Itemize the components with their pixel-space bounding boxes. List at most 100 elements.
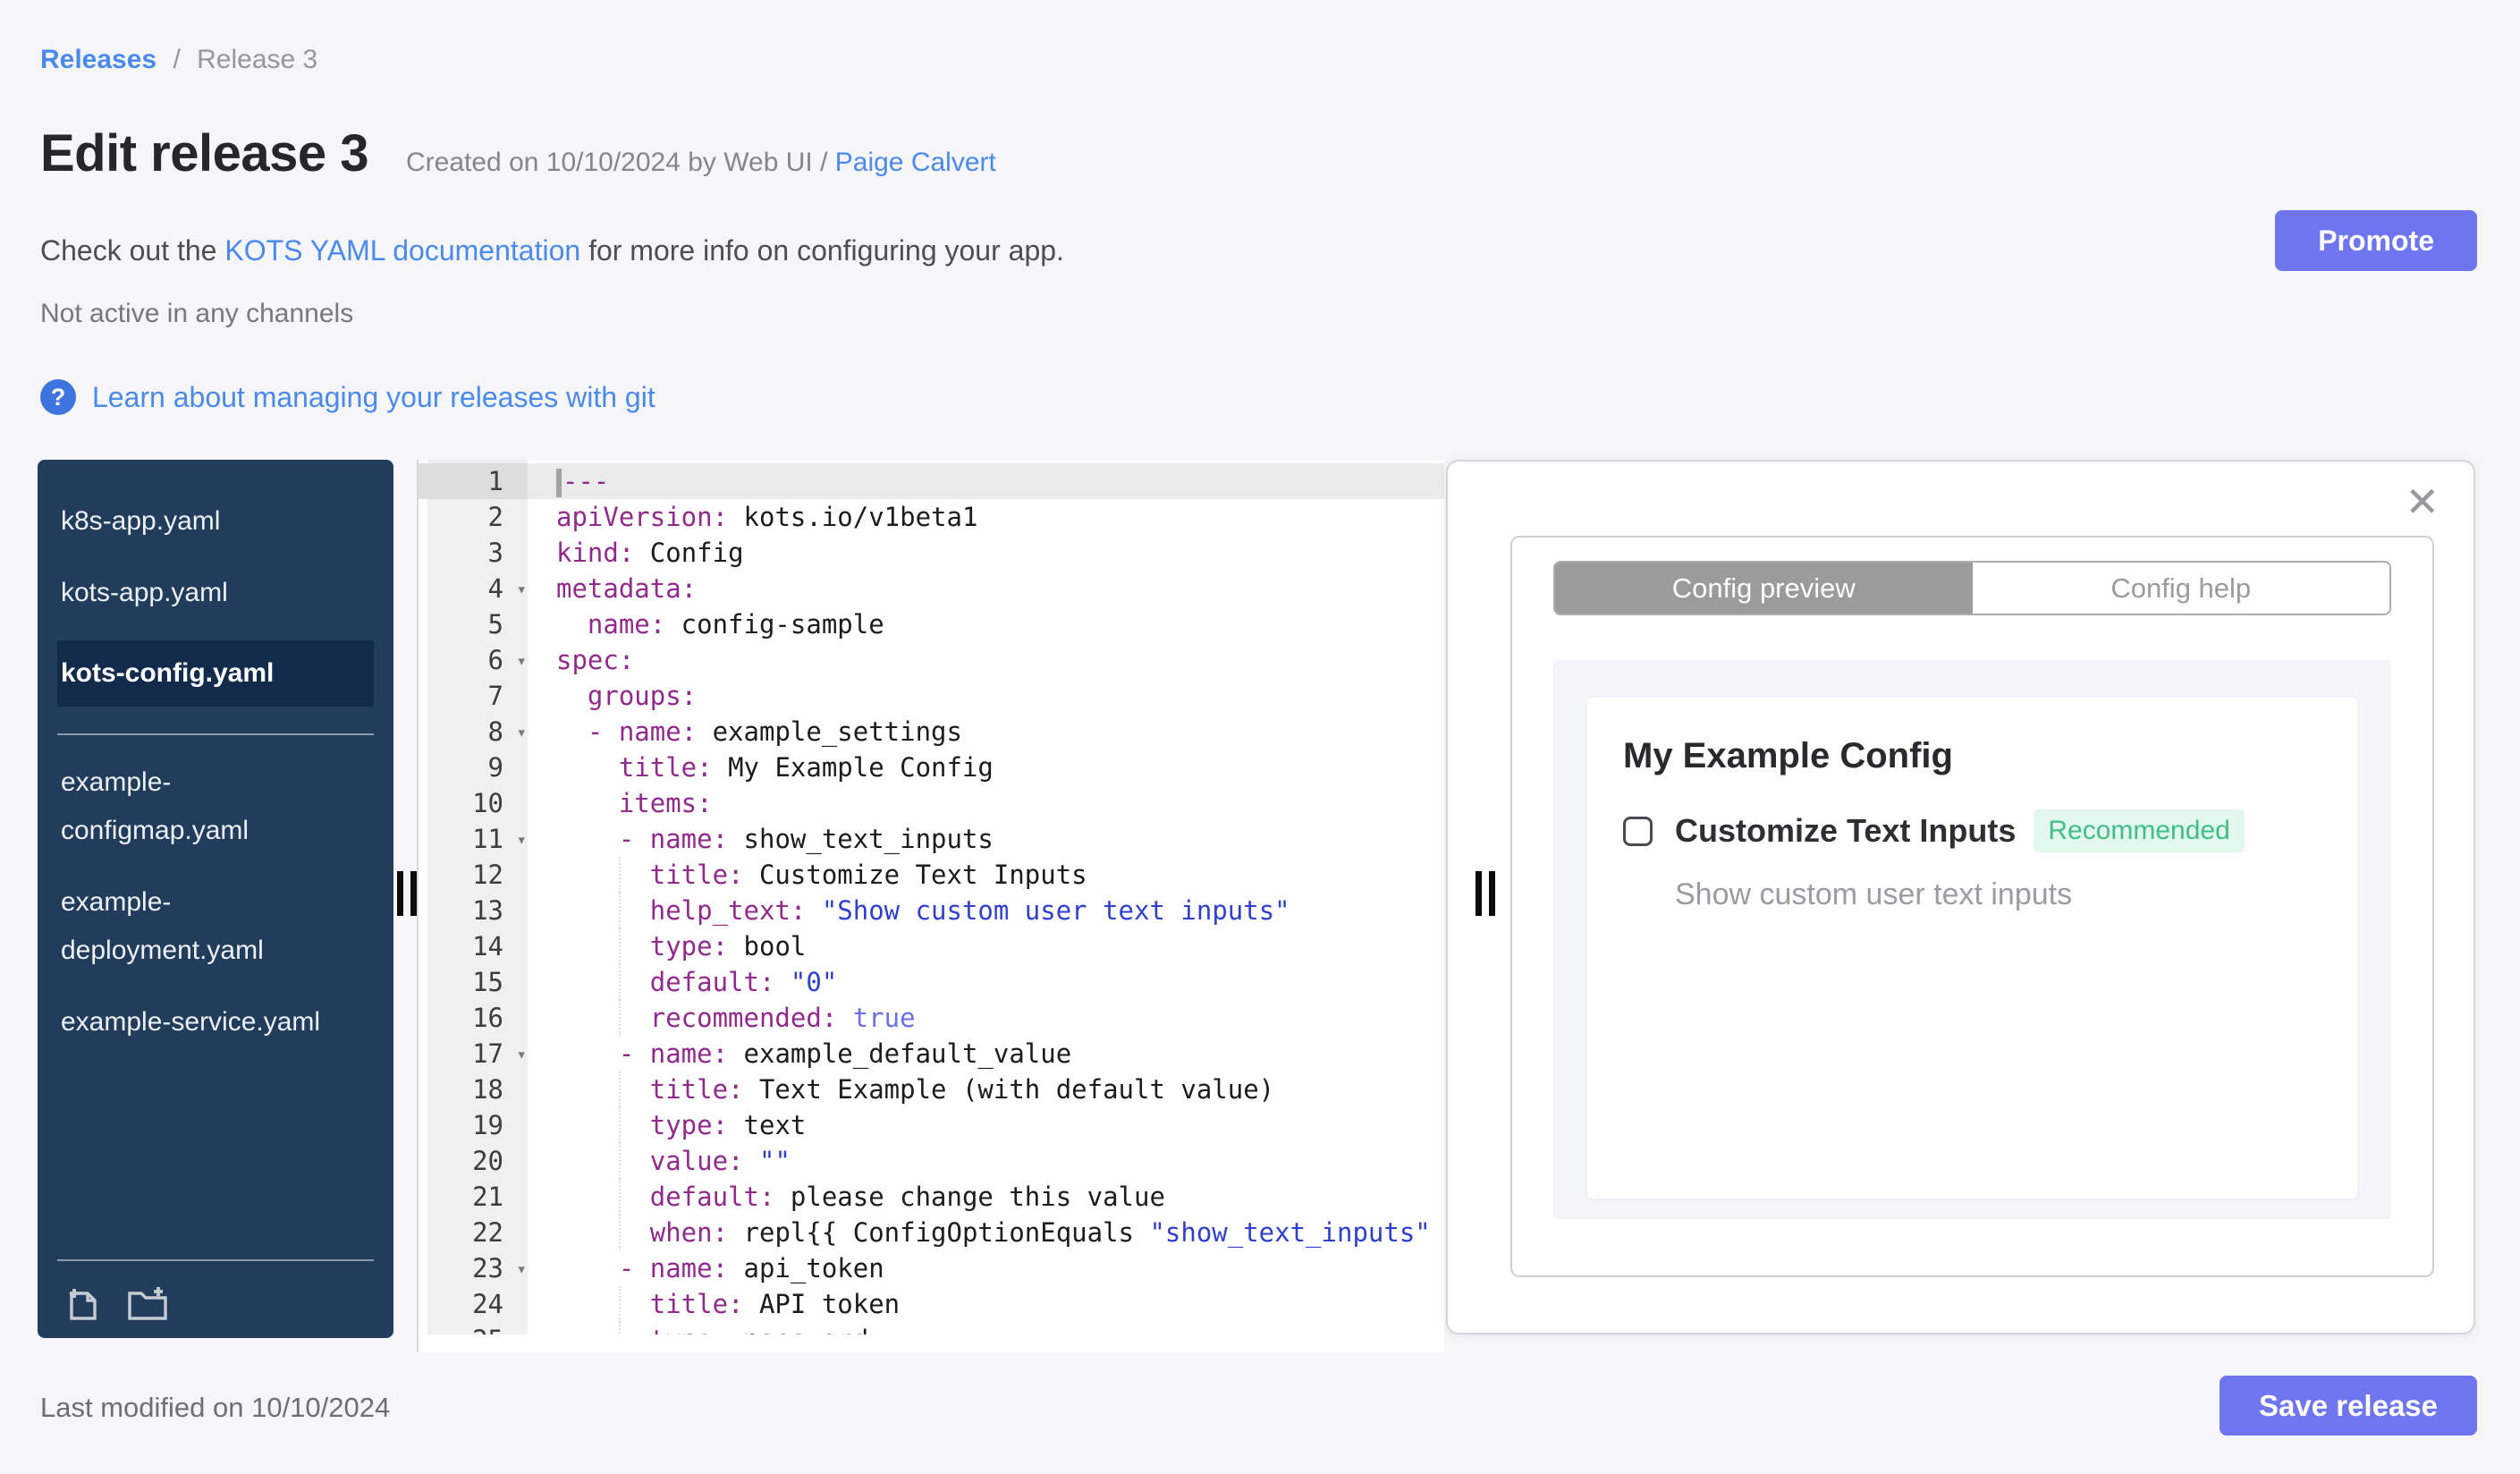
config-group-title: My Example Config [1623, 736, 1953, 775]
code-line: - name: example_settings [556, 716, 962, 747]
breadcrumb-releases-link[interactable]: Releases [40, 45, 156, 74]
file-tree-item-example-deployment-yaml[interactable]: example-deployment.yaml [38, 878, 393, 975]
file-tree-item-kots-config-yaml[interactable]: kots-config.yaml [57, 640, 374, 707]
line-number-cell: 11 ▾ [419, 821, 528, 857]
editor-line: 1 --- [419, 463, 1444, 499]
line-number: 4 [487, 573, 503, 604]
editor-line: 3 kind: Config [419, 535, 1444, 571]
code-line: title: My Example Config [556, 752, 994, 783]
fold-icon[interactable]: ▾ [517, 715, 527, 750]
git-releases-link[interactable]: Learn about managing your releases with … [92, 381, 655, 414]
title-row: Edit release 3 Created on 10/10/2024 by … [40, 123, 2234, 183]
editor-line: 20 value: "" [419, 1143, 1444, 1179]
editor-line: 25 type: password [419, 1322, 1444, 1334]
line-number-cell: 8 ▾ [419, 714, 528, 750]
editor-line: 17 ▾ - name: example_default_value [419, 1036, 1444, 1072]
editor-line: 2 apiVersion: kots.io/v1beta1 [419, 499, 1444, 535]
line-number-cell: 7 [419, 678, 528, 714]
line-number-cell: 22 [419, 1215, 528, 1250]
line-number-cell: 6 ▾ [419, 642, 528, 678]
add-file-icon[interactable] [63, 1283, 104, 1324]
line-number-cell: 16 [419, 1000, 528, 1036]
editor-line: 14 type: bool [419, 928, 1444, 964]
kots-yaml-documentation-link[interactable]: KOTS YAML documentation [224, 234, 580, 267]
line-number: 20 [472, 1146, 503, 1176]
code-line: apiVersion: kots.io/v1beta1 [556, 502, 978, 532]
code-line: title: Customize Text Inputs [528, 857, 1444, 893]
code-line: default: "0" [528, 964, 1444, 1000]
fold-icon[interactable]: ▾ [517, 643, 527, 679]
file-tree-group-2: example-configmap.yaml example-deployment… [38, 758, 393, 1046]
tab-config-help[interactable]: Config help [1972, 563, 2389, 614]
code-line: - name: api_token [556, 1253, 884, 1283]
line-number: 9 [487, 752, 503, 783]
line-number: 7 [487, 681, 503, 711]
file-tree-footer-divider [57, 1259, 374, 1261]
config-item-label: Customize Text Inputs [1675, 812, 2017, 849]
line-number: 23 [472, 1253, 503, 1283]
add-folder-icon[interactable] [125, 1283, 170, 1324]
line-number-cell: 9 [419, 750, 528, 785]
file-tree-divider [57, 733, 374, 735]
line-number: 2 [487, 502, 503, 532]
fold-icon[interactable]: ▾ [517, 822, 527, 858]
line-number-cell: 4 ▾ [419, 571, 528, 606]
code-line: value: "" [528, 1143, 1444, 1179]
file-name: example-deployment.yaml [61, 887, 264, 965]
file-tree-group-1: k8s-app.yaml kots-app.yaml kots-config.yam… [38, 497, 393, 707]
line-number: 13 [472, 895, 503, 926]
preview-resize-handle[interactable] [1474, 871, 1497, 916]
editor-line: 8 ▾ - name: example_settings [419, 714, 1444, 750]
editor-line: 7 groups: [419, 678, 1444, 714]
fold-icon[interactable]: ▾ [517, 1251, 527, 1287]
customize-text-inputs-checkbox[interactable] [1623, 816, 1653, 846]
preview-tabs: Config preview Config help [1553, 561, 2391, 615]
fold-icon[interactable]: ▾ [517, 1037, 527, 1072]
help-question-icon[interactable]: ? [40, 379, 76, 415]
code-line: kind: Config [556, 538, 744, 568]
save-release-button[interactable]: Save release [2219, 1376, 2477, 1436]
line-number-cell: 14 [419, 928, 528, 964]
file-tree-item-kots-app-yaml[interactable]: kots-app.yaml [38, 569, 393, 617]
line-number-cell: 12 [419, 857, 528, 893]
main-row: k8s-app.yaml kots-app.yaml kots-config.yam… [38, 460, 2477, 1352]
file-tree-item-example-service-yaml[interactable]: example-service.yaml [38, 998, 393, 1046]
file-tree-footer [38, 1259, 393, 1338]
editor-line: 23 ▾ - name: api_token [419, 1250, 1444, 1286]
line-number-cell: 19 [419, 1107, 528, 1143]
config-item-help-text: Show custom user text inputs [1675, 877, 2073, 911]
doc-line: Check out the KOTS YAML documentation fo… [40, 234, 1064, 267]
line-number: 5 [487, 609, 503, 640]
created-by-user-link[interactable]: Paige Calvert [835, 148, 996, 177]
editor-line: 9 title: My Example Config [419, 750, 1444, 785]
file-tree-item-k8s-app-yaml[interactable]: k8s-app.yaml [38, 497, 393, 546]
sidebar-resize-handle[interactable] [395, 871, 419, 916]
fold-icon[interactable]: ▾ [517, 572, 527, 607]
text-cursor [556, 469, 562, 497]
file-tree-item-example-configmap-yaml[interactable]: example-configmap.yaml [38, 758, 393, 855]
line-number-cell: 18 [419, 1072, 528, 1107]
editor-line: 21 default: please change this value [419, 1179, 1444, 1215]
code-line: recommended: true [528, 1000, 1444, 1036]
breadcrumb-separator: / [173, 45, 181, 74]
editor-hscrollbar[interactable] [419, 1334, 1444, 1352]
line-number: 16 [472, 1003, 503, 1033]
code-line: title: API token [528, 1286, 1444, 1322]
code-line: type: bool [528, 928, 1444, 964]
line-number-cell: 1 [419, 463, 528, 499]
line-number-cell: 13 [419, 893, 528, 928]
tab-config-preview[interactable]: Config preview [1555, 563, 1973, 614]
line-number-cell: 17 ▾ [419, 1036, 528, 1072]
code-editor[interactable]: 1 --- 2 apiVersion: kots.io/v1beta1 3 kind: C… [417, 460, 1444, 1352]
code-line: - name: example_default_value [556, 1038, 1072, 1069]
line-number-cell: 20 [419, 1143, 528, 1179]
close-icon[interactable]: ✕ [2405, 481, 2440, 522]
line-number: 15 [472, 967, 503, 997]
promote-button[interactable]: Promote [2275, 210, 2477, 271]
breadcrumb: Releases / Release 3 [40, 45, 317, 75]
editor-line: 15 default: "0" [419, 964, 1444, 1000]
file-tree-actions [38, 1283, 393, 1338]
file-name: example-service.yaml [61, 1007, 321, 1037]
editor-viewport: 1 --- 2 apiVersion: kots.io/v1beta1 3 kind: C… [419, 460, 1444, 1334]
line-number-cell: 5 [419, 606, 528, 642]
